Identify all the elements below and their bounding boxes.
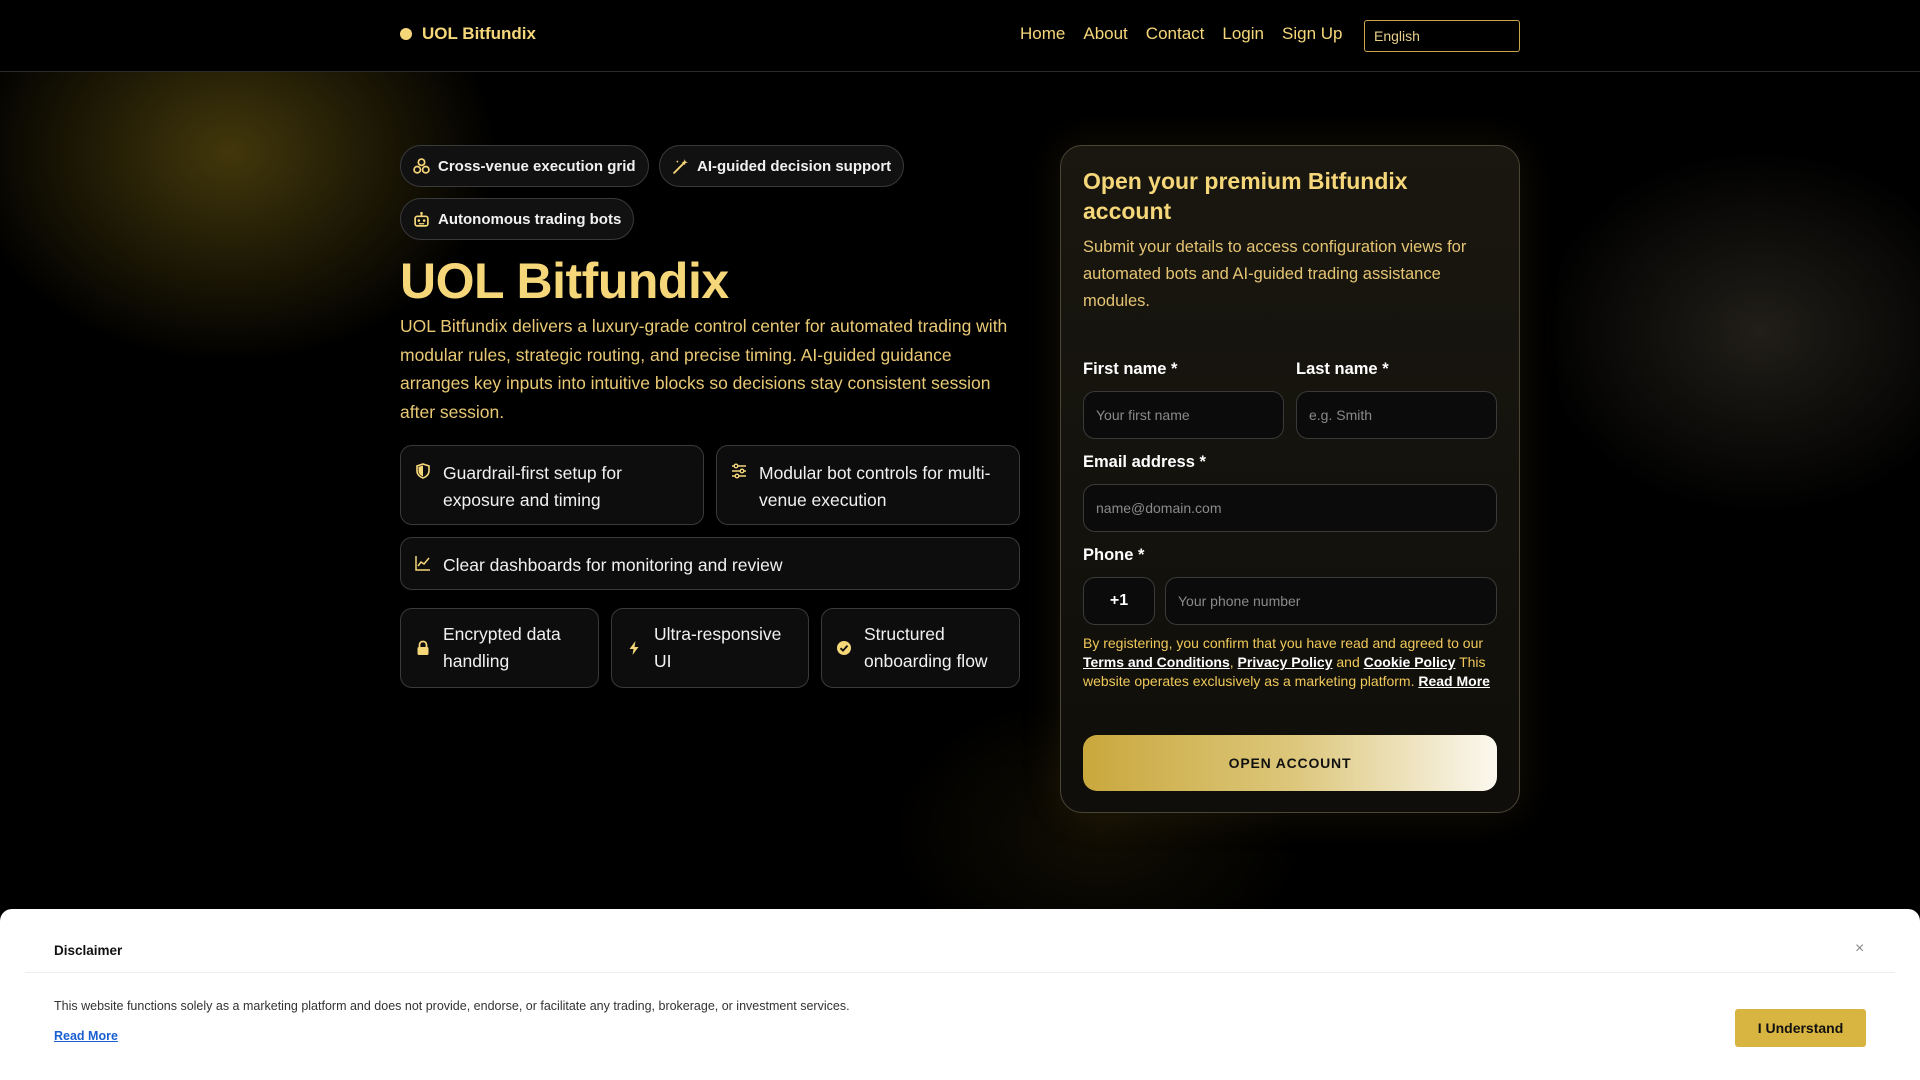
feature-modular-controls: Modular bot controls for multi-venue exe… [716, 445, 1020, 525]
disclaimer-text: This website functions solely as a marke… [54, 999, 850, 1013]
nav-links: Home About Contact Login Sign Up [1020, 24, 1342, 44]
pill-execution-grid: Cross-venue execution grid [400, 145, 649, 187]
robot-icon [414, 211, 429, 227]
form-read-more-link[interactable]: Read More [1418, 673, 1490, 689]
last-name-input[interactable]: e.g. Smith [1296, 391, 1497, 439]
badge-responsive: Ultra-responsive UI [611, 608, 809, 688]
cookie-link[interactable]: Cookie Policy [1364, 654, 1456, 670]
top-navbar: UOL Bitfundix Home About Contact Login S… [0, 0, 1920, 72]
disclaimer-divider [25, 972, 1895, 973]
consent-text: By registering, you confirm that you hav… [1083, 635, 1490, 689]
language-select[interactable]: English [1364, 20, 1520, 52]
disclaimer-title: Disclaimer [54, 943, 123, 958]
brand-name: UOL Bitfundix [422, 24, 536, 43]
lock-icon [417, 640, 429, 655]
nav-login[interactable]: Login [1222, 24, 1264, 44]
email-label: Email address * [1083, 453, 1206, 471]
pill-ai-support: AI-guided decision support [659, 145, 905, 187]
first-name-input[interactable]: Your first name [1083, 391, 1284, 439]
brand-dot-icon [400, 28, 412, 40]
consent-and: and [1336, 654, 1360, 670]
hero-title: UOL Bitfundix [400, 253, 729, 309]
close-icon[interactable]: × [1855, 940, 1864, 958]
form-subtitle: Submit your details to access configurat… [1083, 238, 1467, 310]
feature-label: Guardrail-first setup for exposure and t… [443, 463, 622, 510]
badge-label: Ultra-responsive UI [654, 624, 782, 671]
shield-icon [416, 463, 430, 479]
check-circle-icon [837, 641, 851, 655]
phone-country-code[interactable]: +1 [1083, 577, 1155, 625]
badge-label: Structured onboarding flow [864, 624, 988, 671]
badge-encrypted: Encrypted data handling [400, 608, 599, 688]
disclaimer-banner: Disclaimer × This website functions sole… [0, 909, 1920, 1080]
lightning-icon [629, 641, 639, 655]
feature-dashboards: Clear dashboards for monitoring and revi… [400, 537, 1020, 590]
grid-nodes-icon [413, 157, 430, 174]
feature-guardrail: Guardrail-first setup for exposure and t… [400, 445, 704, 525]
privacy-link[interactable]: Privacy Policy [1238, 654, 1333, 670]
open-account-button[interactable]: OPEN ACCOUNT [1083, 735, 1497, 791]
pill-label: Autonomous trading bots [438, 210, 622, 228]
badge-label: Encrypted data handling [443, 624, 561, 671]
terms-link[interactable]: Terms and Conditions [1083, 654, 1230, 670]
disclaimer-read-more-link[interactable]: Read More [54, 1029, 118, 1043]
line-chart-icon [415, 556, 430, 571]
pill-trading-bots: Autonomous trading bots [400, 198, 635, 240]
nav-contact[interactable]: Contact [1146, 24, 1205, 44]
first-name-label: First name * [1083, 360, 1178, 378]
phone-label: Phone * [1083, 546, 1145, 564]
i-understand-button[interactable]: I Understand [1735, 1009, 1866, 1047]
form-title: Open your premium Bitfundix account [1083, 168, 1408, 224]
last-name-label: Last name * [1296, 360, 1389, 378]
badge-onboarding: Structured onboarding flow [821, 608, 1020, 688]
feature-label: Modular bot controls for multi-venue exe… [759, 463, 991, 510]
nav-signup[interactable]: Sign Up [1282, 24, 1342, 44]
sliders-icon [732, 463, 746, 479]
nav-home[interactable]: Home [1020, 24, 1065, 44]
nav-about[interactable]: About [1083, 24, 1127, 44]
signup-form-card: Open your premium Bitfundix account Subm… [1060, 145, 1520, 813]
pill-label: AI-guided decision support [697, 157, 892, 175]
consent-prefix: By registering, you confirm that you hav… [1083, 635, 1484, 651]
hero-description: UOL Bitfundix delivers a luxury-grade co… [400, 316, 1008, 422]
feature-label: Clear dashboards for monitoring and revi… [443, 555, 783, 575]
brand-logo[interactable]: UOL Bitfundix [400, 24, 536, 44]
email-input[interactable]: name@domain.com [1083, 484, 1497, 532]
magic-wand-icon [673, 158, 688, 174]
pill-label: Cross-venue execution grid [438, 157, 636, 175]
phone-input[interactable]: Your phone number [1165, 577, 1497, 625]
